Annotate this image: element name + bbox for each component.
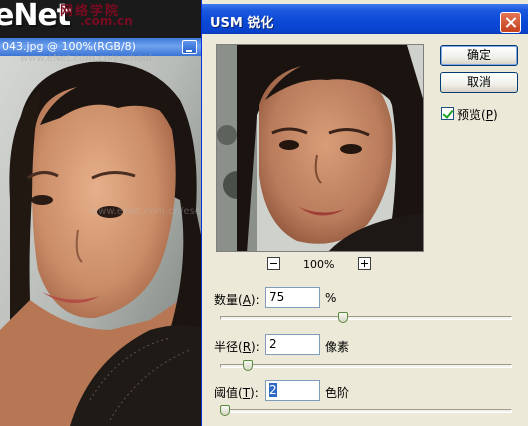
zoom-level: 100% (303, 258, 335, 271)
amount-label: 数量(A): (214, 293, 260, 307)
amount-slider-track[interactable] (220, 316, 512, 320)
radius-unit: 像素 (325, 340, 350, 354)
preview-pane[interactable] (216, 44, 424, 252)
dialog-titlebar[interactable]: USM 锐化 (202, 4, 528, 34)
close-icon[interactable] (500, 12, 521, 33)
document-title: 043.jpg @ 100%(RGB/8) (2, 40, 136, 53)
minimize-icon[interactable] (182, 40, 197, 54)
usm-sharpen-dialog: USM 锐化 100% 确定 取消 预览(P) 数量(A): 75 % 半径(R… (201, 0, 528, 426)
preview-photo (217, 45, 423, 251)
amount-unit: % (325, 291, 337, 305)
threshold-input[interactable]: 2 (265, 380, 320, 401)
radius-slider-thumb[interactable] (242, 360, 253, 371)
threshold-value: 2 (269, 383, 277, 397)
preview-label[interactable]: 预览(P) (457, 106, 498, 123)
site-url: .com.cn (80, 14, 133, 28)
amount-slider-thumb[interactable] (338, 312, 349, 323)
ok-button[interactable]: 确定 (440, 45, 518, 66)
zoom-in-button[interactable] (358, 257, 371, 270)
dialog-title: USM 锐化 (210, 16, 274, 31)
zoom-out-button[interactable] (267, 257, 280, 270)
threshold-slider-track[interactable] (220, 409, 512, 413)
preview-checkbox[interactable] (441, 107, 454, 120)
watermark-url: www.eNet.com.cn/eschool (20, 53, 152, 64)
threshold-label: 阈值(T): (214, 386, 259, 400)
threshold-slider-thumb[interactable] (220, 405, 230, 416)
amount-input[interactable]: 75 (265, 287, 320, 308)
cancel-button[interactable]: 取消 (440, 72, 518, 93)
threshold-unit: 色阶 (325, 386, 350, 400)
radius-input[interactable]: 2 (265, 334, 320, 355)
radius-slider-track[interactable] (220, 364, 512, 368)
radius-label: 半径(R): (214, 340, 260, 354)
